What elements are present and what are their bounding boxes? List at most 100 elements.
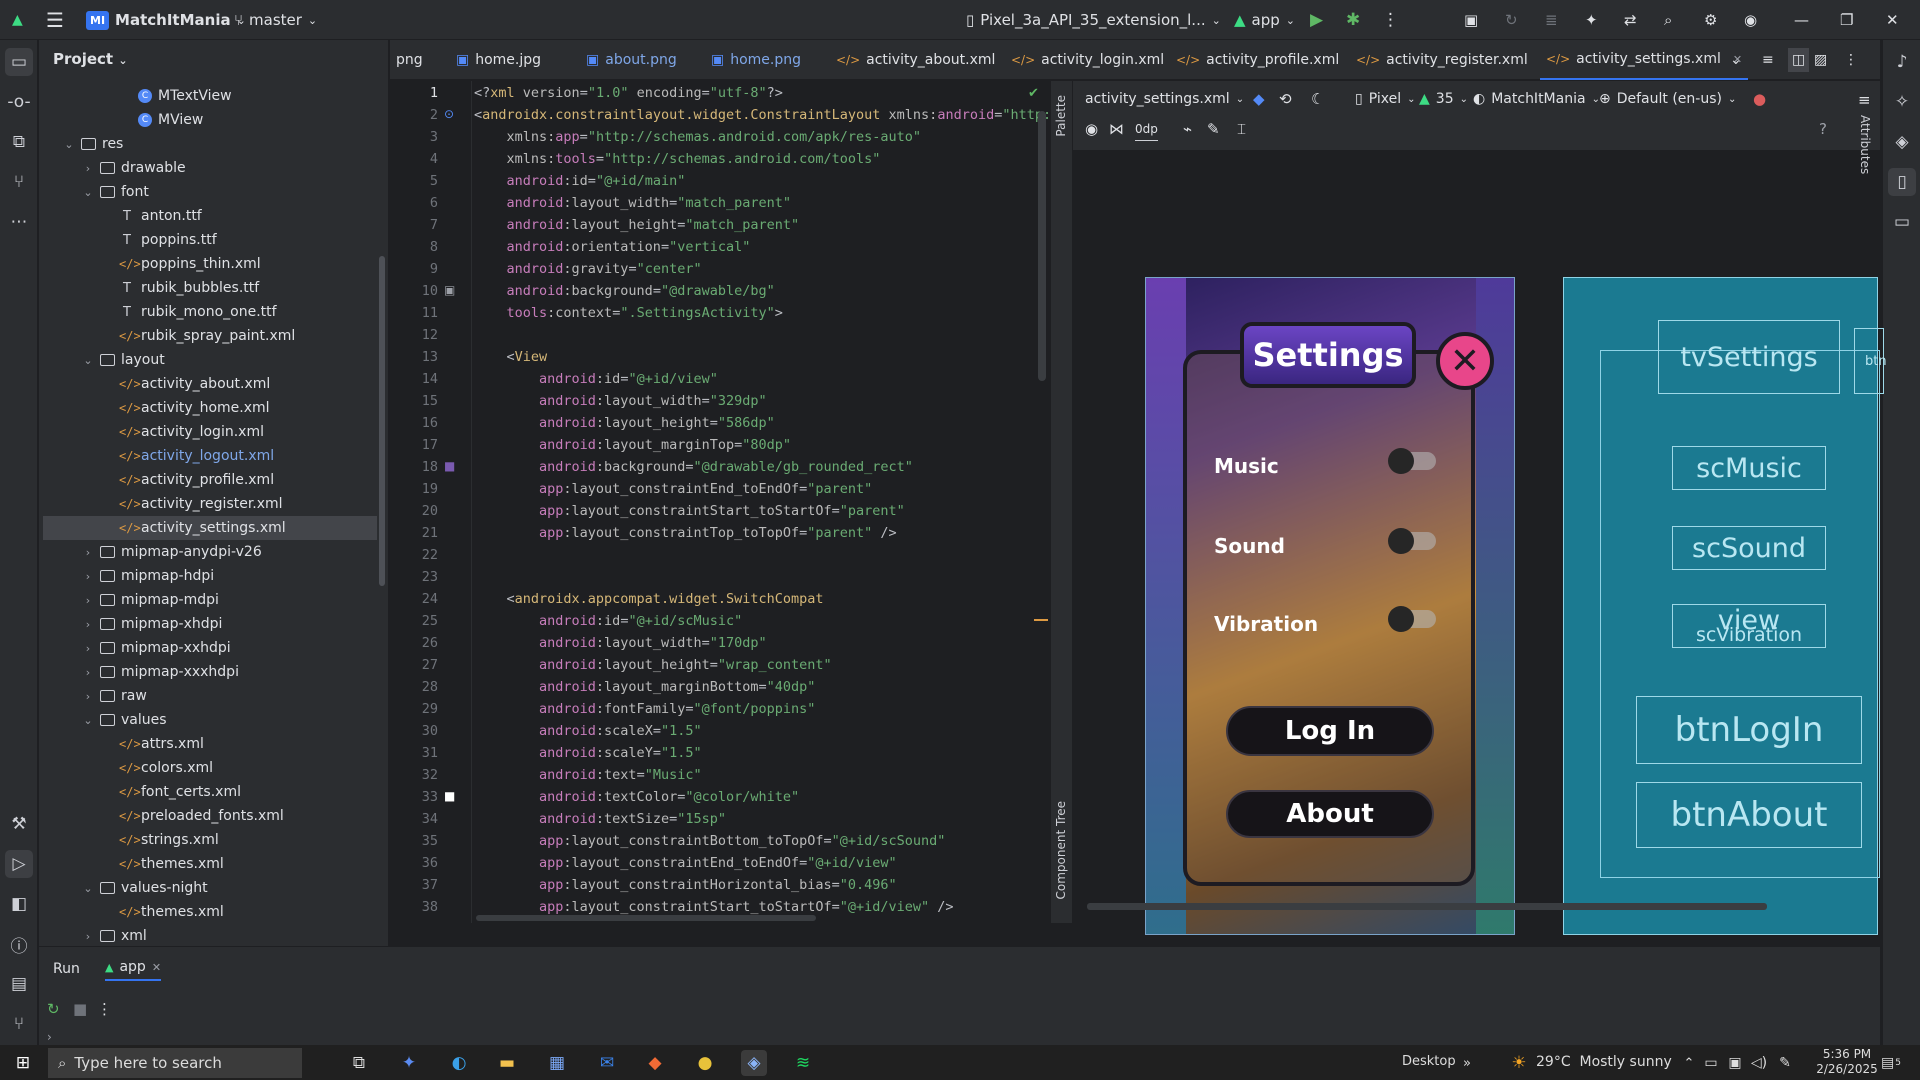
bp-tvsettings[interactable]: tvSettings xyxy=(1658,320,1840,394)
tree-scrollbar[interactable] xyxy=(379,256,385,586)
editor-tab[interactable]: </> activity_register.xml xyxy=(1350,40,1534,80)
tree-file[interactable]: </> activity_register.xml xyxy=(43,492,377,516)
locale-selector[interactable]: ⊕ Default (en-us) ⌄ xyxy=(1599,87,1736,111)
terminal-icon[interactable]: ▤ xyxy=(5,970,33,998)
minimize-button[interactable]: — xyxy=(1794,8,1809,32)
tree-folder[interactable]: › mipmap-hdpi xyxy=(43,564,377,588)
code-view-icon[interactable]: ≡ xyxy=(1762,40,1774,80)
tree-file[interactable]: Trubik_mono_one.ttf xyxy=(43,300,377,324)
more-tools-icon[interactable]: ⋯ xyxy=(5,208,33,236)
editor-tab[interactable]: </> activity_profile.xml xyxy=(1170,40,1345,80)
split-view-icon[interactable]: ◫ xyxy=(1788,48,1810,72)
about-button[interactable]: About xyxy=(1226,790,1434,838)
tree-file[interactable]: </> preloaded_fonts.xml xyxy=(43,804,377,828)
windows-start-icon[interactable]: ⊞ xyxy=(10,1050,36,1076)
tree-file[interactable]: </> themes.xml xyxy=(43,852,377,876)
tree-file[interactable]: </> activity_settings.xml xyxy=(43,516,377,540)
pen-icon[interactable]: ✎ xyxy=(1772,1050,1798,1076)
outlook-icon[interactable]: ✉ xyxy=(594,1050,620,1076)
code-editor[interactable]: 1 <?xml version="1.0" encoding="utf-8"?> 2… xyxy=(390,81,1050,923)
edge-browser-icon[interactable]: ◐ xyxy=(446,1050,472,1076)
chrome-icon[interactable]: ● xyxy=(692,1050,718,1076)
project-folder-icon[interactable]: ▭ xyxy=(5,48,33,76)
microsoft-store-icon[interactable]: ▦ xyxy=(544,1050,570,1076)
tree-folder[interactable]: › mipmap-mdpi xyxy=(43,588,377,612)
color-swatch-gutter-icon[interactable]: ■ xyxy=(444,789,455,803)
run-config-selector[interactable]: ▲ app ⌄ xyxy=(1234,8,1295,32)
running-devices-icon[interactable]: ▭ xyxy=(1888,208,1916,236)
tree-file[interactable]: </> strings.xml xyxy=(43,828,377,852)
tabs-more-icon[interactable]: ⋮ xyxy=(1844,40,1858,80)
tree-folder[interactable]: ⌄ font xyxy=(43,180,377,204)
tree-folder[interactable]: › drawable xyxy=(43,156,377,180)
login-button[interactable]: Log In xyxy=(1226,706,1434,756)
layout-file-selector[interactable]: activity_settings.xml ⌄ xyxy=(1085,87,1244,111)
sync-gradle-icon[interactable]: ⇄ xyxy=(1624,8,1637,32)
phone-preview[interactable]: Settings ✕ Music Sound Vibration Log In … xyxy=(1145,277,1515,935)
design-canvas[interactable]: Settings ✕ Music Sound Vibration Log In … xyxy=(1073,151,1887,967)
tree-file[interactable]: </> activity_profile.xml xyxy=(43,468,377,492)
problems-icon[interactable]: ⓘ xyxy=(5,930,33,958)
tree-file[interactable]: </> font_certs.xml xyxy=(43,780,377,804)
chevron-right-icon[interactable]: › xyxy=(82,594,94,607)
copilot-icon[interactable]: ✦ xyxy=(396,1050,422,1076)
bp-scsound[interactable]: scSound xyxy=(1672,526,1826,570)
device-manager-icon[interactable]: ▣ xyxy=(1464,8,1478,32)
tabs-overflow-icon[interactable]: ⌄ xyxy=(1730,40,1742,80)
view-options-eye-icon[interactable]: ◉ xyxy=(1085,117,1098,141)
taskbar-search-box[interactable]: ⌕ Type here to search xyxy=(48,1048,302,1078)
editor-tab[interactable]: ▣ home.jpg xyxy=(450,40,547,80)
tree-file[interactable]: C MView xyxy=(43,108,377,132)
sound-switch[interactable] xyxy=(1388,528,1436,554)
theme-selector[interactable]: ◐ MatchItMania ⌄ xyxy=(1473,87,1600,111)
project-panel-title[interactable]: Project ⌄ xyxy=(53,50,128,68)
tree-folder[interactable]: › mipmap-xhdpi xyxy=(43,612,377,636)
chevron-right-icon[interactable]: › xyxy=(82,642,94,655)
logcat-icon[interactable]: ◧ xyxy=(5,890,33,918)
tree-folder[interactable]: ⌄ values xyxy=(43,708,377,732)
blueprint-view[interactable]: tvSettings btn scMusic scSound view scVi… xyxy=(1563,277,1887,935)
tree-file[interactable]: </> colors.xml xyxy=(43,756,377,780)
close-tab-icon[interactable]: ✕ xyxy=(152,961,161,974)
main-menu-button[interactable]: ☰ xyxy=(46,8,64,32)
volume-icon[interactable]: ◁) xyxy=(1746,1050,1772,1076)
vibration-switch[interactable] xyxy=(1388,606,1436,632)
tree-folder[interactable]: › xml xyxy=(43,924,377,948)
tree-file[interactable]: </> activity_logout.xml xyxy=(43,444,377,468)
project-selector[interactable]: MI MatchItMania ⌄ xyxy=(86,8,246,32)
device-manager-side-icon[interactable]: ▯ xyxy=(1888,168,1916,196)
network-icon[interactable]: ▣ xyxy=(1722,1050,1748,1076)
editor-tab[interactable]: png xyxy=(390,40,429,80)
tree-folder[interactable]: ⌄ values-night xyxy=(43,876,377,900)
component-tree-tab[interactable]: Component Tree xyxy=(1054,801,1068,899)
run-more-icon[interactable]: ⋮ xyxy=(97,997,112,1021)
tree-file[interactable]: </> rubik_spray_paint.xml xyxy=(43,324,377,348)
image-gutter-icon[interactable]: ▣ xyxy=(444,283,455,297)
chevron-right-icon[interactable]: › xyxy=(82,690,94,703)
tree-folder[interactable]: › mipmap-xxhdpi xyxy=(43,636,377,660)
toolbar-expand-icon[interactable]: » xyxy=(1454,1050,1480,1076)
chevron-right-icon[interactable]: › xyxy=(82,570,94,583)
tree-file[interactable]: </> activity_about.xml xyxy=(43,372,377,396)
restore-button[interactable]: ❐ xyxy=(1840,8,1853,32)
chevron-down-icon[interactable]: ⌄ xyxy=(82,354,94,367)
tree-folder[interactable]: ⌄ layout xyxy=(43,348,377,372)
spotify-icon[interactable]: ≋ xyxy=(790,1050,816,1076)
api-level-selector[interactable]: ▲ 35 ⌄ xyxy=(1419,87,1468,111)
tree-file[interactable]: </> attrs.xml xyxy=(43,732,377,756)
gradle-icon[interactable]: ◈ xyxy=(1888,128,1916,156)
tree-folder[interactable]: › raw xyxy=(43,684,377,708)
account-icon[interactable]: ◉ xyxy=(1744,8,1757,32)
editor-tab[interactable]: </> activity_about.xml xyxy=(830,40,1001,80)
device-preview-selector[interactable]: ▯ Pixel ⌄ xyxy=(1355,87,1416,111)
orientation-icon[interactable]: ⟲ xyxy=(1279,87,1292,111)
tree-folder[interactable]: › mipmap-xxxhdpi xyxy=(43,660,377,684)
attributes-tab[interactable]: Attributes xyxy=(1858,115,1872,174)
infer-constraints-icon[interactable]: ✎ xyxy=(1207,117,1220,141)
layout-inspector-icon[interactable]: ≣ xyxy=(1545,8,1558,32)
bp-scvibration[interactable]: scVibration xyxy=(1672,622,1826,648)
code-horizontal-scrollbar[interactable] xyxy=(476,915,816,921)
bp-btnabout[interactable]: btnAbout xyxy=(1636,782,1862,848)
pull-requests-icon[interactable]: ⑂ xyxy=(5,168,33,196)
file-explorer-icon[interactable]: ▬ xyxy=(494,1050,520,1076)
